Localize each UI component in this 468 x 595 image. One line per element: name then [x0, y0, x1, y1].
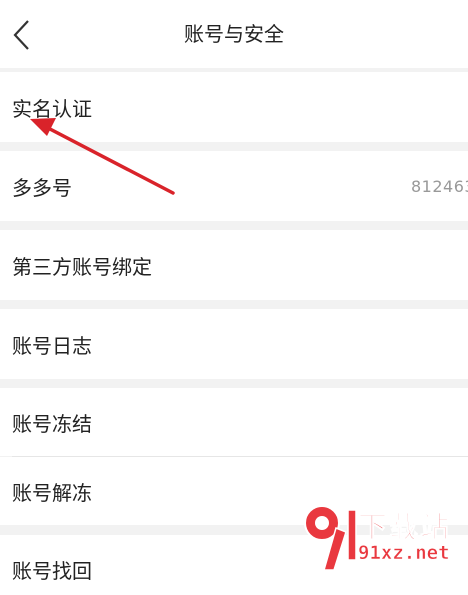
list-item-label: 实名认证: [12, 96, 92, 121]
list-item-third-party-binding[interactable]: 第三方账号绑定: [0, 230, 468, 300]
list-item-label: 账号日志: [12, 333, 92, 358]
list-item-account-freeze[interactable]: 账号冻结: [0, 388, 468, 456]
list-item-label: 多多号: [12, 175, 72, 200]
top-nav-bar: 账号与安全: [0, 0, 468, 68]
watermark-logo-icon: [304, 505, 357, 571]
page-title: 账号与安全: [184, 22, 284, 46]
duoduo-id-value: 812463: [411, 176, 468, 196]
watermark-text-url: 91xz.net: [358, 542, 450, 565]
site-watermark: 下载站 91xz.net: [296, 498, 468, 573]
list-item-label: 账号解冻: [12, 480, 92, 505]
list-item-duoduo-id[interactable]: 多多号 812463: [0, 151, 468, 221]
list-item-account-log[interactable]: 账号日志: [0, 309, 468, 379]
chevron-left-icon: [13, 20, 29, 50]
list-item-real-name-auth[interactable]: 实名认证: [0, 72, 468, 142]
list-item-label: 账号找回: [12, 559, 92, 583]
list-item-label: 第三方账号绑定: [12, 254, 152, 279]
list-item-label: 账号冻结: [12, 411, 92, 436]
watermark-text-main: 下载站: [357, 510, 452, 545]
back-button[interactable]: [8, 18, 34, 52]
